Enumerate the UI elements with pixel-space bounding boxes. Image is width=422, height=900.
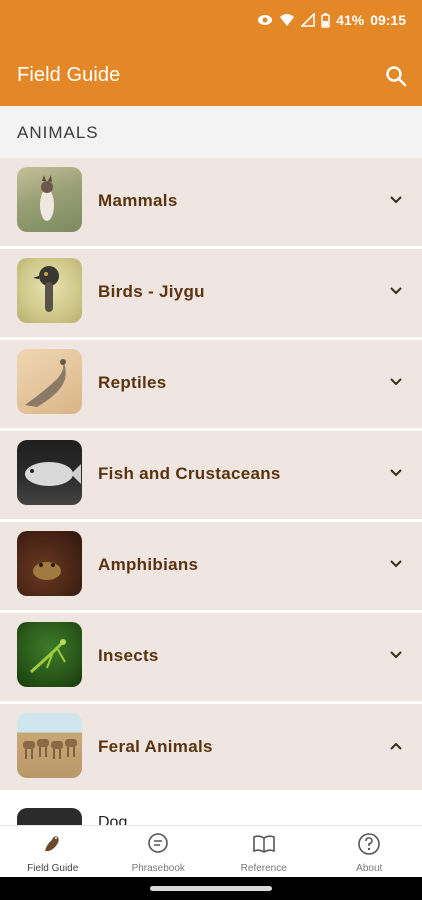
- category-feral-animals[interactable]: Feral Animals: [0, 704, 422, 795]
- category-label: Fish and Crustaceans: [98, 464, 281, 483]
- nav-phrasebook[interactable]: Phrasebook: [106, 826, 212, 877]
- status-bar: 41% 09:15: [257, 12, 406, 28]
- book-icon: [252, 835, 275, 853]
- birds-image: [17, 258, 82, 323]
- bottom-navigation: Field Guide Phrasebook Reference About: [0, 825, 422, 877]
- category-amphibians[interactable]: Amphibians: [0, 522, 422, 613]
- chevron-down-icon: [390, 196, 402, 204]
- chevron-up-icon: [390, 742, 402, 750]
- bird-icon: [44, 836, 59, 852]
- chevron-down-icon: [390, 378, 402, 386]
- nav-label: Field Guide: [27, 863, 79, 874]
- list-item-dog[interactable]: Dog: [0, 790, 422, 830]
- nav-reference[interactable]: Reference: [211, 826, 317, 877]
- feral-animals-image: [17, 713, 82, 778]
- nav-about[interactable]: About: [317, 826, 422, 877]
- help-icon: [358, 833, 381, 855]
- chevron-down-icon: [390, 651, 402, 659]
- clock: 09:15: [370, 12, 406, 28]
- category-reptiles[interactable]: Reptiles: [0, 340, 422, 431]
- chevron-down-icon: [390, 287, 402, 295]
- home-indicator[interactable]: [150, 886, 272, 891]
- gesture-bar: [0, 877, 422, 900]
- category-label: Reptiles: [98, 373, 167, 392]
- fish-image: [17, 440, 82, 505]
- search-button[interactable]: [384, 64, 408, 88]
- section-title: ANIMALS: [17, 123, 99, 142]
- nav-label: Reference: [240, 863, 287, 874]
- signal-icon: [301, 13, 315, 27]
- search-icon: [386, 66, 407, 87]
- category-mammals[interactable]: Mammals: [0, 158, 422, 249]
- category-birds[interactable]: Birds - Jiygu: [0, 249, 422, 340]
- page-title: Field Guide: [17, 64, 121, 86]
- mammals-image: [17, 167, 82, 232]
- insects-image: [17, 622, 82, 687]
- battery-icon: [321, 12, 330, 28]
- category-label: Feral Animals: [98, 737, 213, 756]
- section-header: ANIMALS: [0, 106, 422, 158]
- eye-icon: [257, 13, 273, 27]
- app-bar: 41% 09:15 Field Guide: [0, 0, 422, 106]
- chat-icon: [148, 833, 169, 853]
- category-label: Birds - Jiygu: [98, 282, 205, 301]
- category-label: Amphibians: [98, 555, 199, 574]
- nav-field-guide[interactable]: Field Guide: [0, 826, 106, 877]
- category-insects[interactable]: Insects: [0, 613, 422, 704]
- category-label: Mammals: [98, 191, 178, 210]
- category-list: Mammals Birds - Jiygu Reptiles Fish and …: [0, 158, 422, 795]
- chevron-down-icon: [390, 560, 402, 568]
- chevron-down-icon: [390, 469, 402, 477]
- battery-percent: 41%: [336, 12, 365, 28]
- reptiles-image: [17, 349, 82, 414]
- nav-label: About: [356, 863, 383, 874]
- wifi-icon: [279, 13, 295, 27]
- nav-label: Phrasebook: [131, 863, 185, 874]
- category-fish[interactable]: Fish and Crustaceans: [0, 431, 422, 522]
- category-label: Insects: [98, 646, 159, 665]
- amphibians-image: [17, 531, 82, 596]
